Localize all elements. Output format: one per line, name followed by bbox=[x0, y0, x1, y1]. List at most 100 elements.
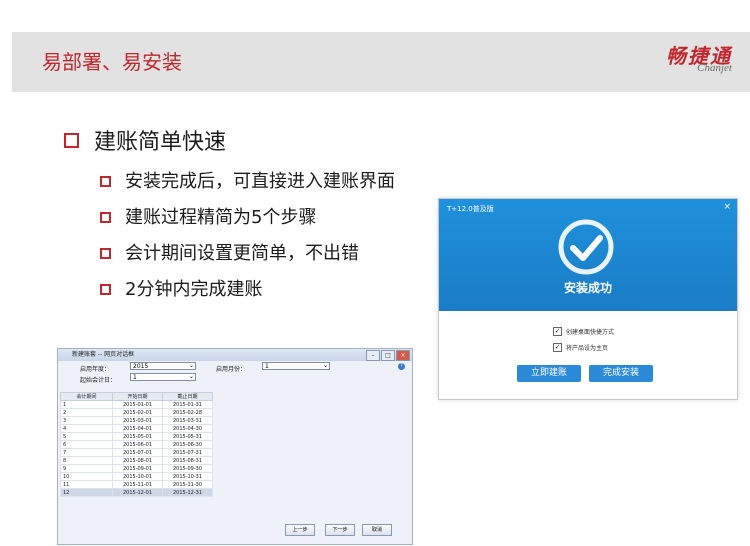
table-row[interactable]: 11 2015-11-01 2015-11-30 bbox=[60, 480, 213, 489]
logo-english-text: Chanjet bbox=[697, 62, 732, 74]
wizard-titlebar: 新建账套 -- 网页对话框 – □ × bbox=[58, 349, 412, 361]
bullet-icon bbox=[100, 211, 111, 223]
bullet-item: 建账过程精简为5个步骤 bbox=[100, 198, 395, 234]
next-step-button[interactable]: 下一步 bbox=[325, 524, 355, 536]
table-row[interactable]: 2 2015-02-01 2015-02-28 bbox=[60, 408, 213, 417]
end-date-cell: 2015-11-30 bbox=[162, 480, 213, 489]
start-date-cell: 2015-11-01 bbox=[112, 480, 163, 489]
month-select[interactable]: 1 ⌄ bbox=[262, 362, 330, 370]
year-select[interactable]: 2015 ⌄ bbox=[130, 362, 196, 370]
install-success-text: 安装成功 bbox=[563, 281, 612, 295]
end-date-cell: 2015-09-30 bbox=[162, 464, 213, 473]
start-date-cell: 2015-01-01 bbox=[112, 400, 163, 409]
checkmark-circle-icon bbox=[558, 219, 614, 275]
close-icon[interactable]: × bbox=[723, 202, 731, 212]
year-label: 启用年度： bbox=[80, 366, 111, 373]
bullet-item: 安装完成后，可直接进入建账界面 bbox=[100, 162, 395, 198]
bullet-text: 建账过程精简为5个步骤 bbox=[125, 207, 317, 228]
period-cell: 6 bbox=[60, 440, 113, 449]
start-date-cell: 2015-09-01 bbox=[112, 464, 163, 473]
table-row[interactable]: 10 2015-10-01 2015-10-31 bbox=[60, 472, 213, 481]
maximize-icon[interactable]: □ bbox=[381, 350, 395, 361]
start-date-cell: 2015-06-01 bbox=[112, 440, 163, 449]
minimize-icon[interactable]: – bbox=[366, 350, 380, 361]
finish-install-button[interactable]: 完成安装 bbox=[589, 365, 653, 382]
start-date-cell: 2015-08-01 bbox=[112, 456, 163, 465]
bullet-icon bbox=[100, 283, 111, 295]
end-date-cell: 2015-06-30 bbox=[162, 440, 213, 449]
end-date-cell: 2015-07-31 bbox=[162, 448, 213, 457]
bullet-text: 安装完成后，可直接进入建账界面 bbox=[125, 171, 395, 192]
set-homepage-label: 将产品设为主页 bbox=[566, 345, 609, 352]
wizard-title: 新建账套 -- 网页对话框 bbox=[72, 351, 135, 358]
start-date-cell: 2015-03-01 bbox=[112, 416, 163, 425]
table-row[interactable]: 6 2015-06-01 2015-06-30 bbox=[60, 440, 213, 449]
table-row[interactable]: 4 2015-04-01 2015-04-30 bbox=[60, 424, 213, 433]
new-account-wizard-window: 新建账套 -- 网页对话框 – □ × 启用年度： 2015 ⌄ 启用月份： 1… bbox=[57, 348, 413, 545]
end-date-cell: 2015-10-31 bbox=[162, 472, 213, 481]
start-date-cell: 2015-04-01 bbox=[112, 424, 163, 433]
month-select-value: 1 bbox=[265, 363, 269, 370]
create-account-now-button[interactable]: 立即建账 bbox=[517, 365, 581, 382]
start-date-cell: 2015-07-01 bbox=[112, 448, 163, 457]
cancel-button[interactable]: 取消 bbox=[362, 524, 392, 536]
year-select-value: 2015 bbox=[133, 363, 149, 370]
period-cell: 8 bbox=[60, 456, 113, 465]
period-cell: 3 bbox=[60, 416, 113, 425]
bullet-text: 会计期间设置更简单，不出错 bbox=[125, 243, 359, 264]
end-date-cell: 2015-08-31 bbox=[162, 456, 213, 465]
period-cell: 1 bbox=[60, 400, 113, 409]
table-row[interactable]: 5 2015-05-01 2015-05-31 bbox=[60, 432, 213, 441]
start-date-cell: 2015-02-01 bbox=[112, 408, 163, 417]
column-header: 截止日期 bbox=[162, 392, 213, 401]
desktop-shortcut-checkbox[interactable]: ✓ bbox=[553, 327, 562, 336]
table-row[interactable]: 1 2015-01-01 2015-01-31 bbox=[60, 400, 213, 409]
table-row[interactable]: 8 2015-08-01 2015-08-31 bbox=[60, 456, 213, 465]
chanjet-logo: 畅捷通 Chanjet bbox=[652, 40, 732, 80]
end-date-cell: 2015-02-28 bbox=[162, 408, 213, 417]
main-heading-text: 建账简单快速 bbox=[94, 130, 227, 155]
period-cell: 4 bbox=[60, 424, 113, 433]
start-period-select-value: 1 bbox=[133, 374, 137, 381]
window-controls: – □ × bbox=[365, 350, 410, 361]
table-row-selected[interactable]: 12 2015-12-01 2015-12-31 bbox=[60, 488, 213, 497]
install-success-dialog: T+12.0普及版 × 安装成功 ✓ 创建桌面快捷方式 ✓ 将产品设为主页 立即… bbox=[438, 198, 738, 400]
desktop-shortcut-option[interactable]: ✓ 创建桌面快捷方式 bbox=[553, 327, 614, 336]
table-row[interactable]: 7 2015-07-01 2015-07-31 bbox=[60, 448, 213, 457]
bullet-text: 2分钟内完成建账 bbox=[125, 279, 263, 300]
end-date-cell: 2015-12-31 bbox=[162, 488, 213, 497]
period-cell: 11 bbox=[60, 480, 113, 489]
square-bullet-icon bbox=[64, 132, 79, 148]
chevron-down-icon: ⌄ bbox=[188, 362, 194, 369]
end-date-cell: 2015-04-30 bbox=[162, 424, 213, 433]
month-label: 启用月份： bbox=[216, 366, 247, 373]
period-cell: 7 bbox=[60, 448, 113, 457]
chevron-down-icon: ⌄ bbox=[322, 362, 328, 369]
table-header-row: 会计期间 开始日期 截止日期 bbox=[60, 392, 213, 401]
column-header: 会计期间 bbox=[60, 392, 113, 401]
start-date-cell: 2015-12-01 bbox=[112, 488, 163, 497]
previous-step-button[interactable]: 上一步 bbox=[285, 524, 315, 536]
accounting-period-table: 会计期间 开始日期 截止日期 1 2015-01-01 2015-01-31 2 20… bbox=[60, 392, 213, 497]
period-cell: 9 bbox=[60, 464, 113, 473]
chevron-down-icon: ⌄ bbox=[188, 373, 194, 380]
install-dialog-banner: T+12.0普及版 × 安装成功 bbox=[439, 199, 737, 311]
end-date-cell: 2015-01-31 bbox=[162, 400, 213, 409]
start-period-label: 起始会计日： bbox=[80, 377, 117, 384]
period-cell: 10 bbox=[60, 472, 113, 481]
slide-title: 易部署、易安装 bbox=[42, 50, 182, 74]
header-band: 易部署、易安装 畅捷通 Chanjet bbox=[12, 32, 750, 92]
help-icon[interactable]: ? bbox=[398, 363, 405, 370]
start-period-select[interactable]: 1 ⌄ bbox=[130, 373, 196, 381]
column-header: 开始日期 bbox=[112, 392, 163, 401]
start-date-cell: 2015-10-01 bbox=[112, 472, 163, 481]
install-dialog-title: T+12.0普及版 bbox=[447, 205, 494, 213]
table-row[interactable]: 3 2015-03-01 2015-03-31 bbox=[60, 416, 213, 425]
table-row[interactable]: 9 2015-09-01 2015-09-30 bbox=[60, 464, 213, 473]
set-homepage-option[interactable]: ✓ 将产品设为主页 bbox=[553, 343, 608, 352]
period-cell: 12 bbox=[60, 488, 113, 497]
start-date-cell: 2015-05-01 bbox=[112, 432, 163, 441]
main-heading: 建账简单快速 bbox=[64, 124, 226, 156]
set-homepage-checkbox[interactable]: ✓ bbox=[553, 343, 562, 352]
close-icon[interactable]: × bbox=[396, 350, 410, 361]
